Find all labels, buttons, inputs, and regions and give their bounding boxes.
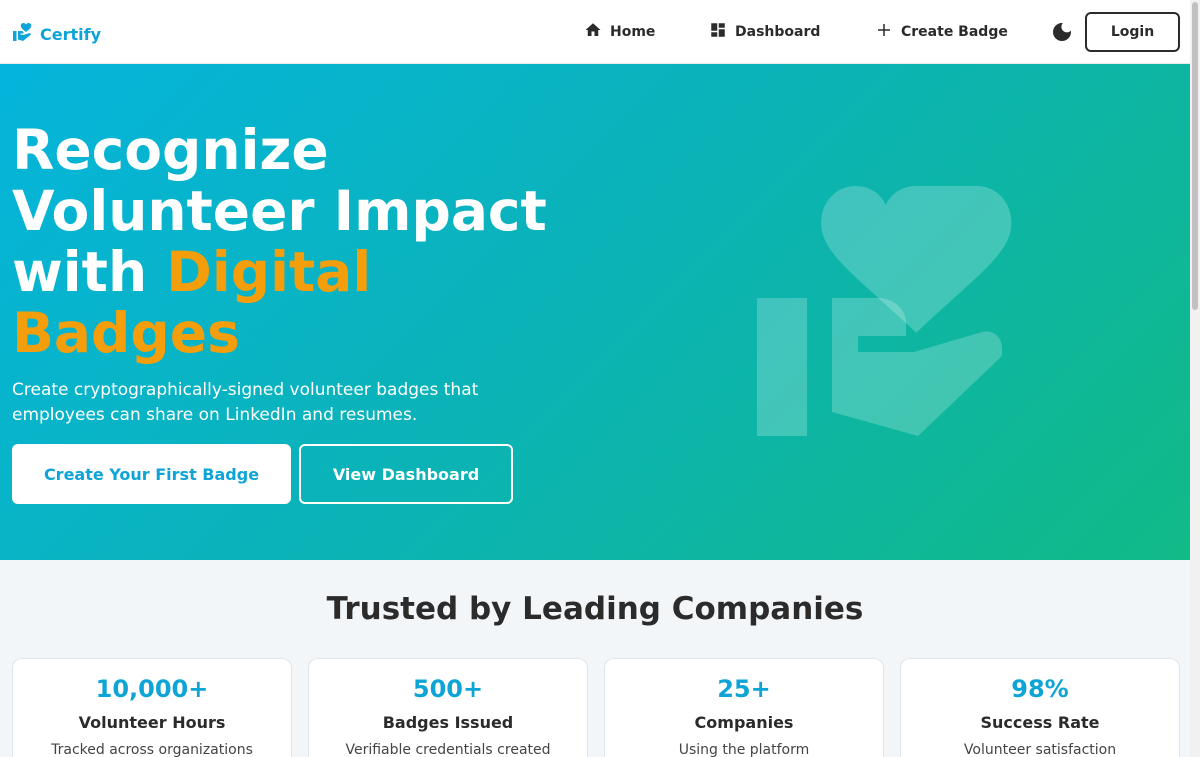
moon-icon [1050,23,1074,48]
brand-name: Certify [40,24,102,44]
create-first-badge-button[interactable]: Create Your First Badge [12,444,291,504]
hand-heart-illustration-icon [752,184,1024,440]
hero-title: Recognize Volunteer Impact with Digital … [12,120,572,364]
trusted-section-title: Trusted by Leading Companies [326,591,864,627]
stat-card-companies: 25+ Companies Using the platform [604,658,884,757]
theme-toggle-button[interactable] [1050,20,1074,44]
brand-logo-link[interactable]: Certify [12,20,101,48]
login-button[interactable]: Login [1085,12,1180,52]
stat-description: Verifiable credentials created [345,742,551,757]
stat-card-volunteer-hours: 10,000+ Volunteer Hours Tracked across o… [12,658,292,757]
home-icon [584,21,602,43]
view-dashboard-button[interactable]: View Dashboard [299,444,513,504]
nav-item-create-badge[interactable]: Create Badge [875,20,1008,44]
top-navbar: Certify Home Dashboard Create Badge Logi… [0,0,1190,64]
stat-card-badges-issued: 500+ Badges Issued Verifiable credential… [308,658,588,757]
hero-section: Recognize Volunteer Impact with Digital … [0,64,1190,560]
stat-value: 98% [1011,675,1069,703]
stat-description: Using the platform [678,742,810,757]
nav-item-create-badge-label: Create Badge [901,24,1008,40]
hero-subtitle: Create cryptographically-signed voluntee… [12,380,479,425]
stat-description: Volunteer satisfaction [963,742,1117,757]
stat-card-success-rate: 98% Success Rate Volunteer satisfaction [900,658,1180,757]
plus-icon [875,21,893,43]
page-scrollbar[interactable] [1190,0,1200,757]
stat-description: Tracked across organizations [51,742,253,757]
stat-label: Companies [694,713,794,732]
stat-label: Badges Issued [382,713,514,732]
stat-label: Success Rate [980,713,1100,732]
stat-value: 25+ [717,675,771,703]
dashboard-icon [709,21,727,43]
nav-item-home[interactable]: Home [584,20,655,44]
hand-heart-icon [12,20,36,48]
scrollbar-thumb[interactable] [1192,2,1198,310]
nav-item-dashboard[interactable]: Dashboard [709,20,820,44]
stat-value: 500+ [412,675,484,703]
nav-item-dashboard-label: Dashboard [735,24,821,40]
stat-value: 10,000+ [95,675,209,703]
nav-item-home-label: Home [610,24,656,40]
stat-label: Volunteer Hours [78,713,226,732]
